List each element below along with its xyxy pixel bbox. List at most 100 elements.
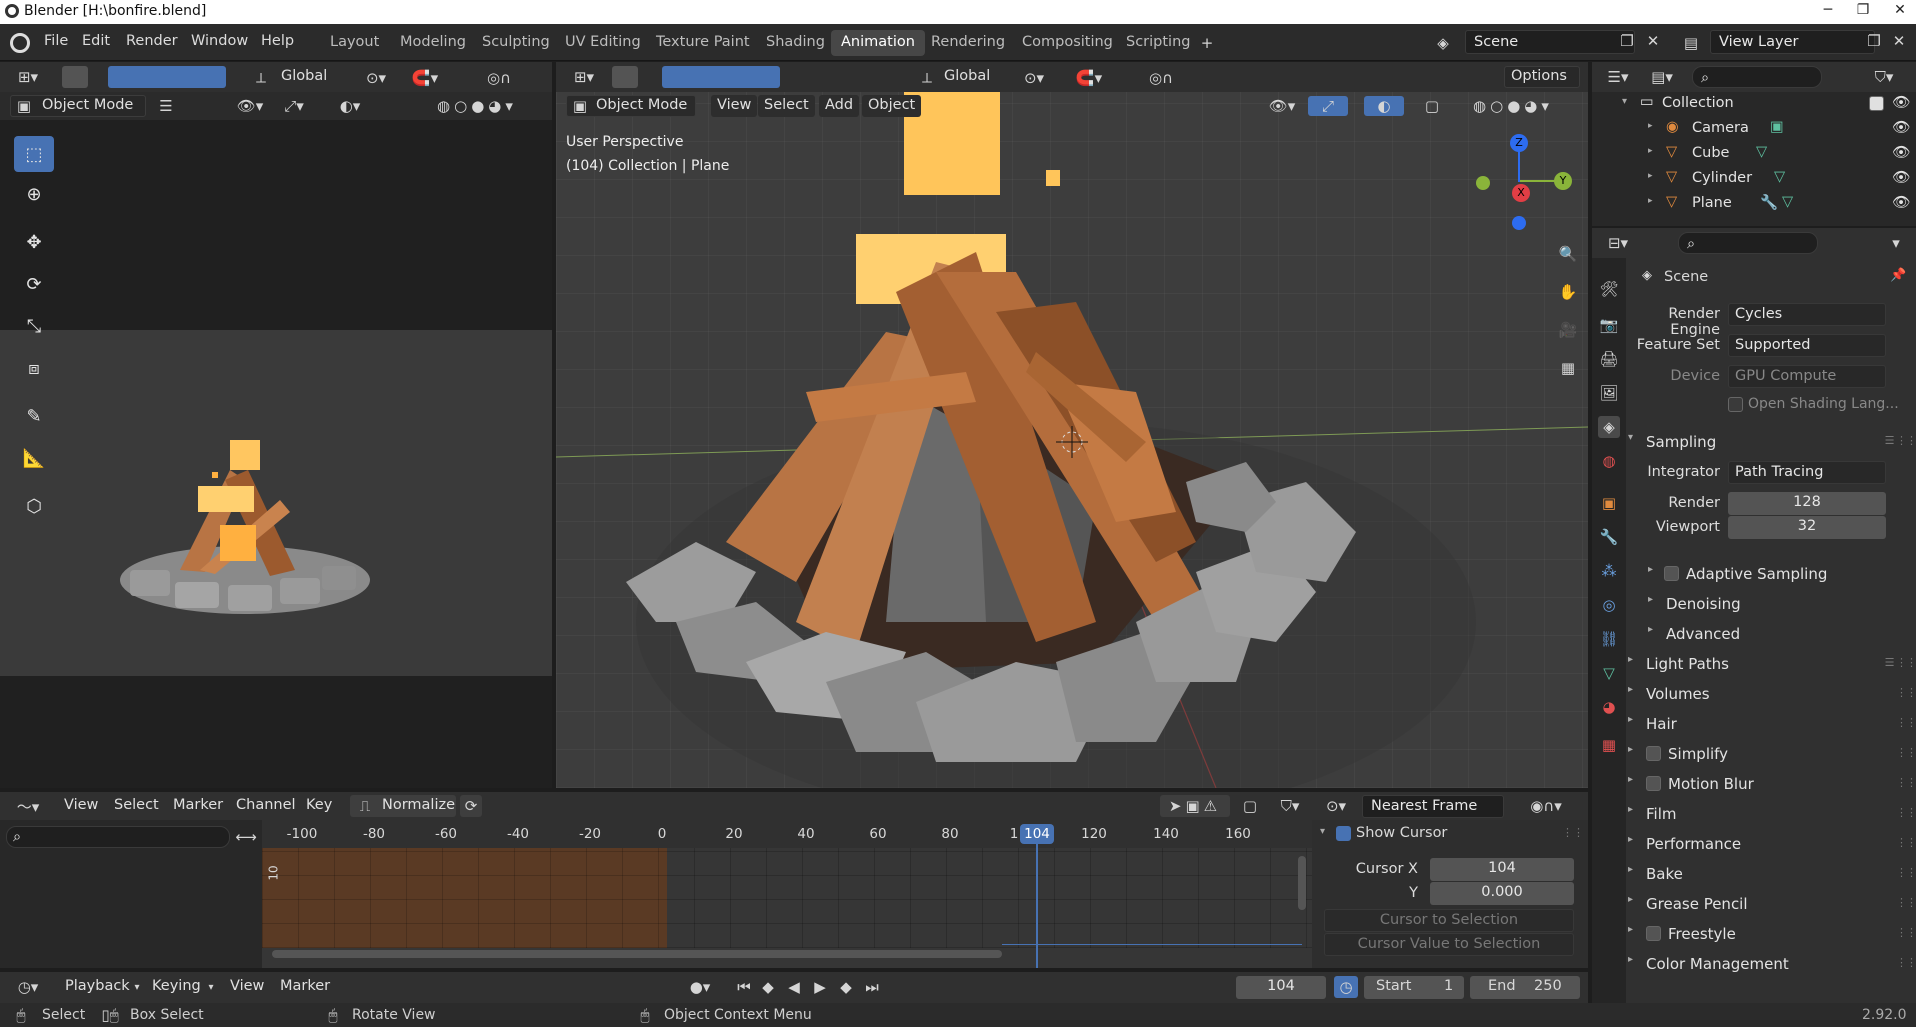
menu-file[interactable]: File xyxy=(44,33,68,49)
timeline-editor-type-icon[interactable]: ◷▾ xyxy=(10,977,46,997)
subsection-adaptive-sampling[interactable]: ▸ Adaptive Sampling xyxy=(1648,560,1916,588)
scene-icon[interactable]: ◈ xyxy=(1430,33,1456,53)
transform-tool-icon[interactable]: ⧈ xyxy=(14,350,54,386)
tab-layout[interactable]: Layout xyxy=(320,30,389,56)
blender-menu-icon[interactable] xyxy=(10,33,30,53)
modifier-tab-icon[interactable]: 🔧 xyxy=(1598,526,1620,548)
graph-menu-channel[interactable]: Channel xyxy=(236,797,296,813)
graph-area[interactable]: -100 -80 -60 -40 -20 0 20 40 60 80 1 120… xyxy=(262,820,1312,968)
timeline-view-menu[interactable]: View xyxy=(230,978,264,994)
collection-exclude-checkbox[interactable] xyxy=(1869,96,1884,111)
current-frame-indicator[interactable]: 104 xyxy=(1020,824,1054,844)
pivot-icon[interactable]: ⊙▾ xyxy=(1020,68,1048,88)
tab-shading[interactable]: Shading xyxy=(756,30,835,56)
measure-tool-icon[interactable]: 📐 xyxy=(14,440,54,476)
new-scene-icon[interactable]: ❐ xyxy=(1619,32,1635,50)
graph-menu-key[interactable]: Key xyxy=(306,797,332,813)
proportional-icon[interactable]: ◉∩▾ xyxy=(1516,796,1576,816)
menu-select[interactable]: Select xyxy=(758,95,815,117)
left-mode-label[interactable]: Object Mode xyxy=(42,97,133,113)
move-tool-icon[interactable]: ✥ xyxy=(14,224,54,260)
snap-icon[interactable]: 🧲▾ xyxy=(1064,68,1114,88)
main-3d-viewport[interactable]: ⊞▾ ⟂ Global ⊙▾ 🧲▾ ◎∩ Options ▣ Object Mo… xyxy=(556,62,1588,788)
constraints-tab-icon[interactable]: ⛓ xyxy=(1598,628,1620,650)
section-sampling[interactable]: ▾ Sampling ☰ ⋮⋮ xyxy=(1628,428,1916,456)
output-tab-icon[interactable]: 🖨 xyxy=(1598,348,1620,370)
main-orientation-label[interactable]: Global xyxy=(944,68,990,84)
select-mode-box[interactable] xyxy=(662,66,780,88)
object-tab-icon[interactable]: ▣ xyxy=(1598,492,1620,514)
integrator-dropdown[interactable]: Path Tracing xyxy=(1728,461,1886,484)
outliner-search-field[interactable]: ⌕ xyxy=(1692,66,1822,88)
display-mode-icon[interactable]: ▤▾ xyxy=(1644,67,1680,87)
menu-window[interactable]: Window xyxy=(191,33,248,49)
section-film[interactable]: ▸ Film ⋮⋮ xyxy=(1628,800,1916,828)
pivot-icon[interactable]: ⊙▾ xyxy=(1318,796,1354,816)
delete-scene-icon[interactable]: ✕ xyxy=(1645,32,1661,50)
tab-animation[interactable]: Animation xyxy=(831,30,925,56)
jump-end-icon[interactable]: ⏭ xyxy=(862,977,882,997)
outliner-item-camera[interactable]: ▸ ◉ Camera ▣ 👁 xyxy=(1592,117,1910,141)
view-layer-tab-icon[interactable]: 🖼 xyxy=(1598,382,1620,404)
particles-tab-icon[interactable]: ⁂ xyxy=(1598,560,1620,582)
render-samples-field[interactable]: 128 xyxy=(1728,492,1886,515)
filter-icon[interactable]: ⛉▾ xyxy=(1270,796,1310,816)
cursor-y-field[interactable]: 0.000 xyxy=(1430,882,1574,905)
visibility-icon[interactable]: 👁▾ xyxy=(232,96,268,116)
gizmo-neg-y-icon[interactable] xyxy=(1476,176,1490,190)
menu-view[interactable]: View xyxy=(711,95,758,117)
left-3d-viewport[interactable]: ⊞▾ ⟂ Global ⊙▾ 🧲▾ ◎∩ Object Mode ▣ ☰ 👁▾ … xyxy=(0,62,552,788)
select-mode-box[interactable] xyxy=(108,66,226,88)
view-layer-field[interactable]: View Layer xyxy=(1710,30,1875,54)
scale-tool-icon[interactable]: ⤡ xyxy=(14,308,54,344)
record-icon[interactable]: ●▾ xyxy=(680,977,720,997)
subsection-advanced[interactable]: ▸ Advanced xyxy=(1648,620,1916,648)
maximize-button[interactable]: ❐ xyxy=(1850,2,1876,18)
main-mode-label[interactable]: Object Mode xyxy=(596,97,687,113)
cursor-tool-icon[interactable]: ⊕ xyxy=(14,176,54,212)
auto-normalize-icon[interactable]: ⟳ xyxy=(460,795,482,817)
orientation-icon[interactable]: ⟂ xyxy=(918,69,936,87)
xray-icon[interactable]: ▢ xyxy=(1422,96,1442,116)
playback-menu[interactable]: Playback xyxy=(65,978,130,994)
jump-start-icon[interactable]: ⏮ xyxy=(734,977,754,997)
options-label[interactable]: Options xyxy=(1511,68,1567,84)
section-grease-pencil[interactable]: ▸ Grease Pencil ⋮⋮ xyxy=(1628,890,1916,918)
gizmo-x-icon[interactable]: X xyxy=(1512,184,1530,202)
shading-buttons-icon[interactable]: ◍○●◕▾ xyxy=(418,96,536,116)
navigation-gizmo[interactable]: Z Y X xyxy=(1476,134,1576,234)
snap-mode-dropdown[interactable]: Nearest Frame xyxy=(1362,795,1504,818)
material-tab-icon[interactable]: ◕ xyxy=(1598,696,1620,718)
data-tab-icon[interactable]: ▽ xyxy=(1598,662,1620,684)
world-tab-icon[interactable]: ◍ xyxy=(1598,450,1620,472)
graph-editor-type-icon[interactable]: 〜▾ xyxy=(10,796,46,816)
add-workspace-icon[interactable]: + xyxy=(1198,34,1216,52)
render-engine-dropdown[interactable]: Cycles xyxy=(1728,303,1886,326)
properties-search-field[interactable]: ⌕ xyxy=(1678,232,1818,254)
subsection-denoising[interactable]: ▸ Denoising xyxy=(1648,590,1916,618)
section-simplify[interactable]: ▸ Simplify ⋮⋮ xyxy=(1628,740,1916,768)
view-layer-icon[interactable]: ▤ xyxy=(1678,33,1704,53)
ortho-grid-icon[interactable]: ▦ xyxy=(1556,356,1580,380)
use-preview-range-icon[interactable]: ◷ xyxy=(1334,976,1358,998)
select-box-tool-icon[interactable]: ⬚ xyxy=(14,136,54,172)
horizontal-scrollbar[interactable] xyxy=(272,950,1002,958)
visibility-eye-icon[interactable]: 👁 xyxy=(1892,119,1910,136)
hamburger-icon[interactable]: ☰ xyxy=(156,96,176,116)
scene-name-field[interactable]: Scene xyxy=(1465,30,1635,54)
tab-sculpting[interactable]: Sculpting xyxy=(472,30,560,56)
delete-view-layer-icon[interactable]: ✕ xyxy=(1891,32,1907,50)
select-tool-button[interactable] xyxy=(62,66,88,88)
outliner-collection-row[interactable]: ▾ ▭ Collection 👁 xyxy=(1592,92,1910,116)
gizmo-toggle-icon[interactable]: ⤢ xyxy=(1308,96,1348,116)
filter-icon[interactable]: ⛉▾ xyxy=(1864,67,1904,87)
properties-options-icon[interactable]: ▾ xyxy=(1886,233,1906,253)
new-view-layer-icon[interactable]: ❐ xyxy=(1866,32,1882,50)
menu-render[interactable]: Render xyxy=(126,33,178,49)
keying-menu[interactable]: Keying xyxy=(152,978,201,994)
cursor-x-field[interactable]: 104 xyxy=(1430,858,1574,881)
open-shading-checkbox[interactable] xyxy=(1728,397,1743,412)
graph-menu-view[interactable]: View xyxy=(64,797,98,813)
section-volumes[interactable]: ▸ Volumes ⋮⋮ xyxy=(1628,680,1916,708)
play-reverse-icon[interactable]: ◀ xyxy=(784,977,804,997)
